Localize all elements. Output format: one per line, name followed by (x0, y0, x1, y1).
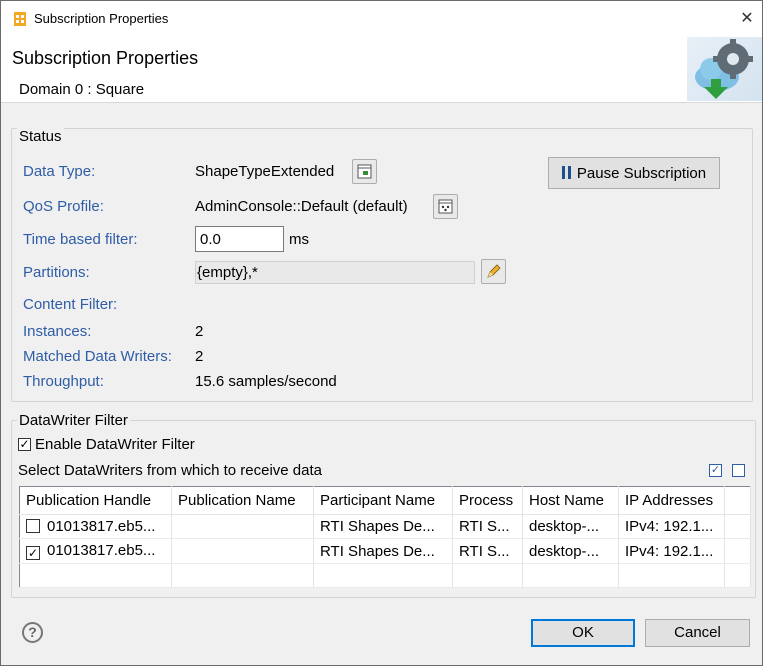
data-type-value: ShapeTypeExtended (195, 163, 335, 180)
help-icon: ? (28, 624, 37, 640)
column-header-process[interactable]: Process (452, 486, 523, 515)
datawriters-table: Publication Handle Publication Name Part… (19, 486, 751, 588)
time-filter-unit: ms (289, 231, 309, 248)
subscription-properties-dialog: Subscription Properties ✕ Subscription P… (0, 0, 763, 666)
enable-datawriter-filter-checkbox[interactable]: ✓ (18, 438, 31, 451)
pause-subscription-button[interactable]: Pause Subscription (548, 157, 720, 189)
select-datawriters-label: Select DataWriters from which to receive… (18, 462, 323, 479)
close-button[interactable]: ✕ (735, 7, 759, 31)
filler-cell (724, 538, 751, 564)
pause-icon (561, 166, 572, 179)
process-cell: RTI S... (452, 514, 523, 539)
ip-addresses-cell: IPv4: 192.1... (618, 538, 725, 564)
content-filter-label: Content Filter: (23, 296, 118, 313)
partitions-field: {empty},* (195, 261, 475, 284)
column-header-participant-name[interactable]: Participant Name (313, 486, 453, 515)
qos-profile-details-button[interactable] (433, 194, 458, 219)
publication-name-cell (171, 538, 314, 564)
column-header-ip-addresses[interactable]: IP Addresses (618, 486, 725, 515)
column-header-filler (724, 486, 751, 515)
qos-details-icon (438, 199, 453, 214)
publication-name-cell (171, 514, 314, 539)
instances-value: 2 (195, 323, 204, 340)
instances-label: Instances: (23, 323, 92, 340)
pause-subscription-label: Pause Subscription (576, 165, 707, 182)
host-name-cell: desktop-... (522, 538, 619, 564)
header-subtitle: Domain 0 : Square (19, 81, 145, 98)
window-title: Subscription Properties (34, 11, 169, 26)
host-name-cell: desktop-... (522, 514, 619, 539)
empty-row (19, 563, 751, 588)
row-checkbox[interactable] (26, 519, 40, 533)
column-header-publication-name[interactable]: Publication Name (171, 486, 314, 515)
time-filter-label: Time based filter: (23, 231, 138, 248)
table-row[interactable]: ✓ 01013817.eb5... RTI Shapes De... RTI S.… (19, 538, 751, 564)
help-button[interactable]: ? (22, 622, 43, 643)
table-header-row: Publication Handle Publication Name Part… (19, 486, 751, 515)
partitions-label: Partitions: (23, 264, 90, 281)
status-group-title: Status (17, 128, 64, 145)
cloud-gear-download-icon (695, 39, 753, 99)
publication-handle-text: 01013817.eb5... (47, 542, 156, 559)
matched-writers-label: Matched Data Writers: (23, 348, 172, 365)
edit-partitions-button[interactable] (481, 259, 506, 284)
title-bar: Subscription Properties ✕ (1, 1, 762, 37)
deselect-all-icon[interactable] (732, 464, 745, 477)
process-cell: RTI S... (452, 538, 523, 564)
qos-profile-label: QoS Profile: (23, 198, 104, 215)
participant-name-cell: RTI Shapes De... (313, 514, 453, 539)
pencil-icon (487, 264, 501, 278)
header-title: Subscription Properties (12, 48, 199, 68)
datawriter-filter-title: DataWriter Filter (17, 412, 130, 429)
publication-handle-cell: 01013817.eb5... (19, 514, 172, 539)
throughput-value: 15.6 samples/second (195, 373, 337, 390)
data-type-label: Data Type: (23, 163, 96, 180)
publication-handle-text: 01013817.eb5... (47, 518, 156, 535)
qos-profile-value: AdminConsole::Default (default) (195, 198, 408, 215)
banner-image (687, 37, 762, 101)
cancel-button[interactable]: Cancel (645, 619, 750, 647)
participant-name-cell: RTI Shapes De... (313, 538, 453, 564)
dialog-header: Subscription Properties Domain 0 : Squar… (1, 37, 762, 103)
time-filter-input[interactable] (195, 226, 284, 252)
filler-cell (724, 514, 751, 539)
row-checkbox[interactable]: ✓ (26, 546, 40, 560)
matched-writers-value: 2 (195, 348, 204, 365)
data-type-details-button[interactable] (352, 159, 377, 184)
ok-button[interactable]: OK (531, 619, 635, 647)
type-browser-icon (357, 164, 372, 179)
column-header-publication-handle[interactable]: Publication Handle (19, 486, 172, 515)
app-icon (14, 12, 26, 26)
close-icon: ✕ (740, 10, 754, 27)
select-all-icon[interactable]: ✓ (709, 464, 722, 477)
enable-datawriter-filter-label[interactable]: Enable DataWriter Filter (35, 436, 195, 453)
column-header-host-name[interactable]: Host Name (522, 486, 619, 515)
publication-handle-cell: ✓ 01013817.eb5... (19, 538, 172, 564)
ip-addresses-cell: IPv4: 192.1... (618, 514, 725, 539)
table-row[interactable]: 01013817.eb5... RTI Shapes De... RTI S..… (19, 514, 751, 539)
throughput-label: Throughput: (23, 373, 104, 390)
